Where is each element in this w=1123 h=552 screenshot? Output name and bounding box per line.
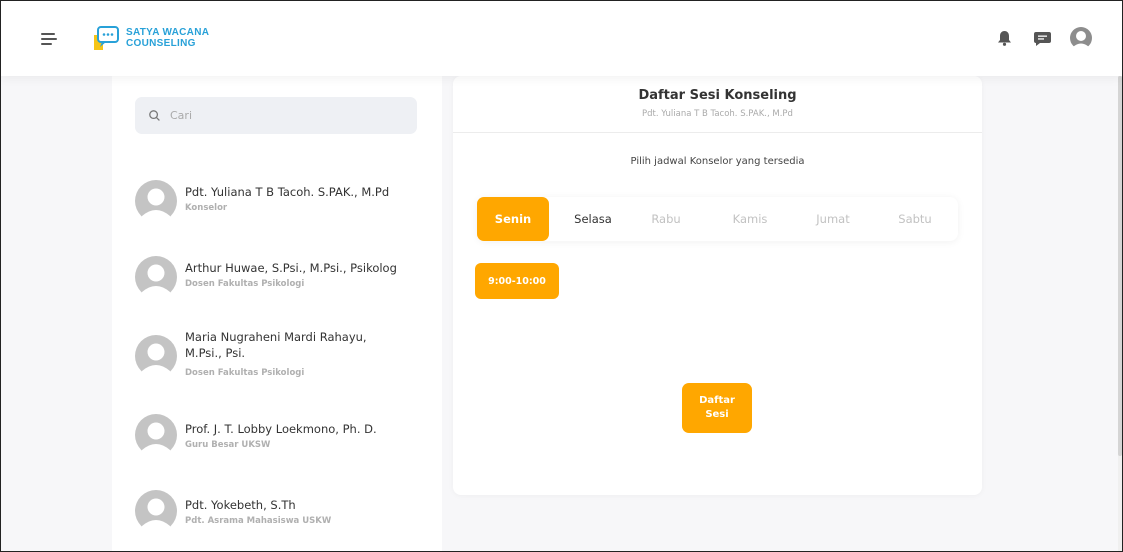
counselor-name: Pdt. Yuliana T B Tacoh. S.PAK., M.Pd [185,185,390,199]
hamburger-icon[interactable] [41,33,57,45]
user-avatar-icon[interactable] [1070,27,1092,49]
counselor-role: Pdt. Asrama Mahasiswa USKW [185,516,332,526]
avatar-icon [135,490,177,532]
avatar-icon [135,256,177,298]
tab-selasa[interactable]: Selasa [563,197,623,241]
counselor-name: Arthur Huwae, S.Psi., M.Psi., Psikolog [185,261,397,275]
tab-senin[interactable]: Senin [477,197,549,241]
logo-text: SATYA WACANA COUNSELING [126,27,210,49]
counselor-role: Guru Besar UKSW [185,440,271,450]
counselor-item[interactable]: Pdt. Yuliana T B Tacoh. S.PAK., M.Pd Kon… [135,176,425,222]
scrollbar-thumb[interactable] [1118,76,1122,456]
logo-chat-icon [94,26,119,50]
session-title: Daftar Sesi Konseling [638,88,797,103]
counselor-name: Pdt. Yokebeth, S.Th [185,498,296,512]
bell-icon[interactable] [998,31,1011,46]
search-box[interactable] [135,97,417,134]
counselor-role: Dosen Fakultas Psikologi [185,279,305,289]
scrollbar[interactable] [1118,76,1122,552]
counselor-role: Konselor [185,203,228,213]
tab-kamis[interactable]: Kamis [720,197,780,241]
session-subtitle: Pdt. Yuliana T B Tacoh. S.PAK., M.Pd [642,109,793,119]
avatar-icon [135,335,177,377]
tab-jumat[interactable]: Jumat [803,197,863,241]
counselor-name: Maria Nugraheni Mardi Rahayu, M.Psi., Ps… [185,330,367,360]
avatar-icon [135,180,177,222]
counselor-name: Prof. J. T. Lobby Loekmono, Ph. D. [185,422,377,436]
counselor-item[interactable]: Pdt. Yokebeth, S.Th Pdt. Asrama Mahasisw… [135,488,425,532]
top-header: SATYA WACANA COUNSELING [0,0,1123,76]
search-icon [149,110,160,121]
counselor-item[interactable]: Arthur Huwae, S.Psi., M.Psi., Psikolog D… [135,252,425,298]
time-slot-button[interactable]: 9:00-10:00 [475,263,559,299]
tab-rabu[interactable]: Rabu [639,197,693,241]
divider [453,132,982,133]
tab-sabtu[interactable]: Sabtu [885,197,945,241]
counselor-list-panel: Pdt. Yuliana T B Tacoh. S.PAK., M.Pd Kon… [112,76,442,552]
counselor-role: Dosen Fakultas Psikologi [185,368,305,378]
day-tabs: Senin Selasa Rabu Kamis Jumat Sabtu [477,197,958,241]
counselor-item[interactable]: Prof. J. T. Lobby Loekmono, Ph. D. Guru … [135,412,425,456]
register-session-button[interactable]: Daftar Sesi [682,383,752,433]
schedule-instruction: Pilih jadwal Konselor yang tersedia [630,156,805,167]
counselor-item[interactable]: Maria Nugraheni Mardi Rahayu, M.Psi., Ps… [135,329,425,385]
session-card: Daftar Sesi Konseling Pdt. Yuliana T B T… [453,76,982,495]
search-input[interactable] [170,109,390,122]
chat-icon[interactable] [1034,32,1051,46]
avatar-icon [135,414,177,456]
